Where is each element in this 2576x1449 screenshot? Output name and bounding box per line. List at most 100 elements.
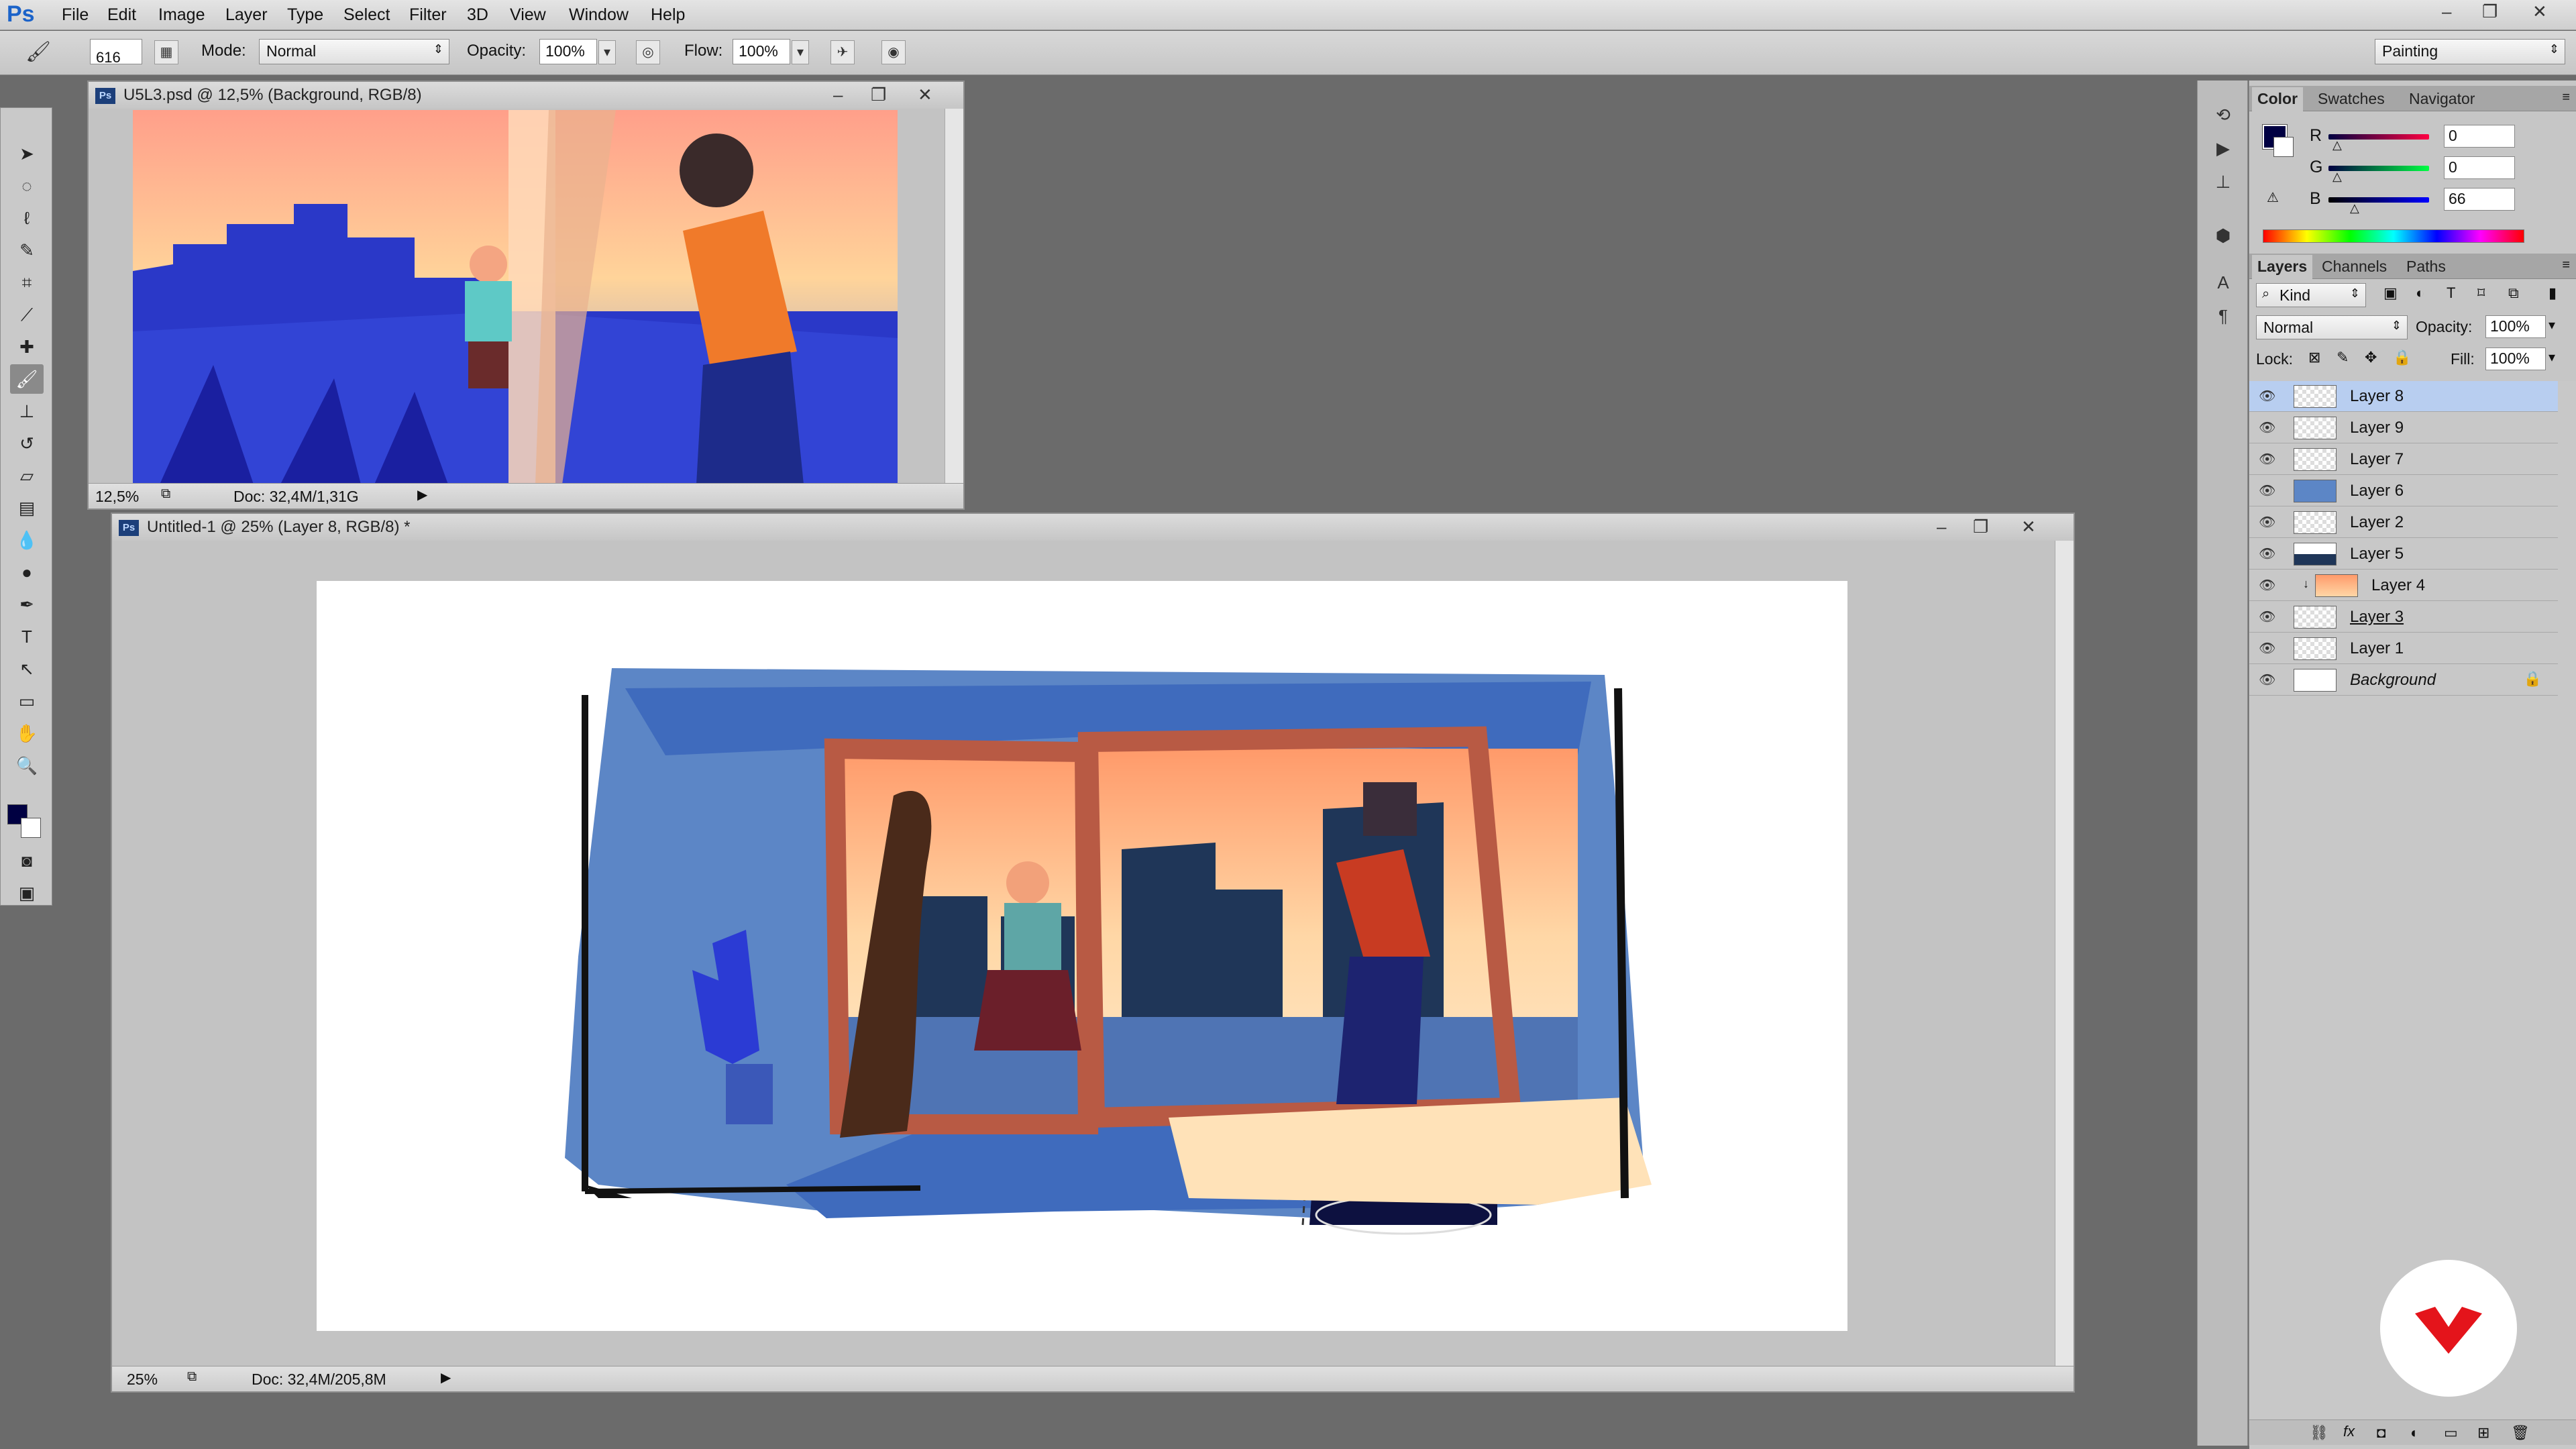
tab-swatches[interactable]: Swatches [2312, 90, 2390, 108]
crop-tool-icon[interactable]: ⌗ [10, 268, 44, 297]
layer-row-layer-8[interactable]: 👁 Layer 8 [2249, 381, 2558, 412]
lock-all-icon[interactable]: 🔒 [2393, 349, 2411, 366]
layer-opacity-field[interactable]: 100% [2485, 315, 2546, 338]
quick-mask-icon[interactable]: ◙ [10, 846, 44, 875]
pressure-size-icon[interactable]: ◉ [881, 40, 906, 64]
type-tool-icon[interactable]: T [10, 622, 44, 651]
layer-row-background[interactable]: 👁 Background 🔒 [2249, 665, 2558, 696]
gradient-tool-icon[interactable]: ▤ [10, 493, 44, 523]
hand-tool-icon[interactable]: ✋ [10, 718, 44, 748]
marquee-tool-icon[interactable]: ◌ [10, 171, 44, 201]
vertical-scrollbar[interactable] [2055, 541, 2074, 1366]
doc-close-button[interactable]: ✕ [2021, 517, 2036, 537]
eye-visibility-icon[interactable]: 👁 [2259, 672, 2275, 688]
background-color-swatch[interactable] [21, 818, 41, 838]
lock-image-icon[interactable]: ✎ [2337, 349, 2349, 366]
zoom-level[interactable]: 12,5% [95, 488, 139, 506]
dodge-tool-icon[interactable]: ● [10, 557, 44, 587]
status-menu-icon[interactable]: ⧉ [161, 486, 170, 502]
layer-row-layer-2[interactable]: 👁 Layer 2 [2249, 507, 2558, 538]
workspace-dropdown[interactable]: Painting ⇕ [2375, 39, 2565, 64]
eyedropper-tool-icon[interactable]: ⟋ [10, 300, 44, 329]
lock-position-icon[interactable]: ✥ [2365, 349, 2377, 366]
menu-image[interactable]: Image [158, 5, 205, 25]
eye-visibility-icon[interactable]: 👁 [2259, 451, 2275, 468]
lock-transparent-icon[interactable]: ⊠ [2308, 349, 2320, 366]
tab-navigator[interactable]: Navigator [2404, 90, 2480, 108]
canvas-untitled-artwork[interactable] [317, 581, 1847, 1331]
opacity-field[interactable]: 100% [539, 39, 597, 64]
character-panel-icon[interactable]: A [2207, 268, 2239, 297]
doc-restore-button[interactable]: ❐ [871, 85, 886, 105]
eye-visibility-icon[interactable]: 👁 [2259, 577, 2275, 594]
canvas-u5l3-artwork[interactable] [133, 110, 898, 484]
filter-shape-icon[interactable]: ⌑ [2477, 284, 2485, 302]
layer-row-layer-1[interactable]: 👁 Layer 1 [2249, 633, 2558, 664]
eraser-tool-icon[interactable]: ▱ [10, 461, 44, 490]
menu-edit[interactable]: Edit [107, 5, 136, 25]
status-expand-arrow-icon[interactable]: ▶ [417, 486, 427, 503]
document-window-untitled[interactable]: Ps Untitled-1 @ 25% (Layer 8, RGB/8) * –… [111, 513, 2075, 1393]
menu-file[interactable]: File [62, 5, 89, 25]
status-expand-arrow-icon[interactable]: ▶ [441, 1369, 451, 1386]
adjustment-layer-icon[interactable]: ◐ [2410, 1424, 2419, 1442]
app-minimize-button[interactable]: – [2442, 1, 2451, 22]
screen-mode-icon[interactable]: ▣ [10, 878, 44, 908]
color-spectrum-ramp[interactable] [2263, 229, 2524, 243]
add-mask-icon[interactable]: ◘ [2377, 1424, 2385, 1442]
app-close-button[interactable]: ✕ [2532, 1, 2547, 22]
spot-healing-tool-icon[interactable]: ✚ [10, 332, 44, 362]
airbrush-icon[interactable]: ✈ [830, 40, 855, 64]
paragraph-panel-icon[interactable]: ¶ [2207, 302, 2239, 330]
mode-dropdown[interactable]: Normal ⇕ [259, 39, 449, 64]
actions-panel-icon[interactable]: ▶ [2207, 134, 2239, 162]
history-brush-tool-icon[interactable]: ↺ [10, 429, 44, 458]
trash-icon[interactable]: 🗑 [2511, 1424, 2530, 1442]
brush-size-field[interactable]: 616 [90, 39, 142, 66]
flow-field[interactable]: 100% [733, 39, 790, 64]
eye-visibility-icon[interactable]: 👁 [2259, 419, 2275, 436]
filter-type-icon[interactable]: T [2447, 284, 2455, 302]
eye-visibility-icon[interactable]: 👁 [2259, 640, 2275, 657]
new-layer-icon[interactable]: ⊞ [2477, 1424, 2489, 1442]
link-layers-icon[interactable]: ⛓ [2310, 1424, 2328, 1442]
menu-type[interactable]: Type [287, 5, 323, 25]
doc-minimize-button[interactable]: – [1937, 517, 1946, 537]
panel-menu-icon[interactable]: ≡ [2562, 90, 2570, 105]
rectangle-tool-icon[interactable]: ▭ [10, 686, 44, 716]
lasso-tool-icon[interactable]: ℓ [10, 203, 44, 233]
clone-stamp-tool-icon[interactable]: ⊥ [10, 396, 44, 426]
filter-toggle-icon[interactable]: ▮ [2548, 284, 2557, 302]
red-value-field[interactable]: 0 [2444, 125, 2515, 148]
opacity-dropdown-arrow-icon[interactable]: ▾ [2548, 317, 2555, 333]
pressure-opacity-icon[interactable]: ◎ [636, 40, 660, 64]
brush-tool-icon[interactable]: 🖌 [10, 364, 44, 394]
green-slider[interactable] [2328, 166, 2429, 171]
menu-3d[interactable]: 3D [467, 5, 488, 25]
menu-layer[interactable]: Layer [225, 5, 268, 25]
filter-adjustment-icon[interactable]: ◐ [2416, 284, 2424, 302]
opacity-dropdown-arrow-icon[interactable]: ▾ [598, 40, 616, 64]
document-titlebar[interactable]: Ps U5L3.psd @ 12,5% (Background, RGB/8) … [89, 82, 963, 109]
zoom-tool-icon[interactable]: 🔍 [10, 751, 44, 780]
fill-dropdown-arrow-icon[interactable]: ▾ [2548, 349, 2555, 366]
slider-handle-icon[interactable]: △ [2332, 170, 2342, 184]
eye-visibility-icon[interactable]: 👁 [2259, 482, 2275, 499]
green-value-field[interactable]: 0 [2444, 156, 2515, 179]
tab-layers[interactable]: Layers [2252, 255, 2313, 279]
eye-visibility-icon[interactable]: 👁 [2259, 514, 2275, 531]
menu-view[interactable]: View [510, 5, 546, 25]
document-titlebar[interactable]: Ps Untitled-1 @ 25% (Layer 8, RGB/8) * –… [112, 514, 2074, 541]
menu-filter[interactable]: Filter [409, 5, 447, 25]
layer-row-layer-3[interactable]: 👁 Layer 3 [2249, 602, 2558, 633]
eye-visibility-icon[interactable]: 👁 [2259, 388, 2275, 405]
layer-blend-mode-dropdown[interactable]: Normal ⇕ [2256, 315, 2408, 339]
tool-presets-panel-icon[interactable]: ⊥ [2207, 168, 2239, 196]
layer-row-layer-9[interactable]: 👁 Layer 9 [2249, 413, 2558, 443]
blue-value-field[interactable]: 66 [2444, 188, 2515, 211]
panel-menu-icon[interactable]: ≡ [2562, 258, 2570, 273]
flow-dropdown-arrow-icon[interactable]: ▾ [792, 40, 809, 64]
menu-select[interactable]: Select [343, 5, 390, 25]
layer-row-layer-6[interactable]: 👁 Layer 6 [2249, 476, 2558, 506]
blue-slider[interactable] [2328, 197, 2429, 203]
